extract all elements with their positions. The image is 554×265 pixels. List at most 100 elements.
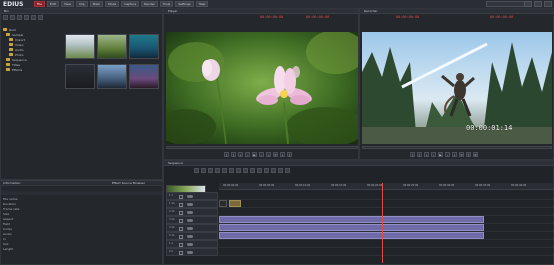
clip-thumbnail[interactable] [65, 34, 95, 59]
lock-icon[interactable] [179, 195, 183, 199]
undo-icon[interactable] [194, 168, 199, 173]
bin-tab[interactable]: Bin [4, 9, 9, 14]
up-folder-icon[interactable] [17, 15, 22, 20]
snap-icon[interactable] [243, 168, 248, 173]
step-back-icon[interactable]: ‹ [431, 152, 436, 157]
set-out-icon[interactable]: ] [417, 152, 422, 157]
search-icon[interactable] [10, 15, 15, 20]
clip-thumbnail[interactable] [97, 34, 127, 59]
visibility-icon[interactable] [187, 195, 193, 198]
menu-file[interactable]: File [34, 1, 46, 7]
visibility-icon[interactable] [187, 211, 193, 214]
track-header[interactable]: 1 VA [166, 200, 218, 208]
new-folder-icon[interactable] [3, 15, 8, 20]
tree-item[interactable]: Effects [3, 67, 59, 72]
clip-thumbnail[interactable] [129, 34, 159, 59]
play-icon[interactable]: ▶ [252, 152, 257, 157]
timeline-playhead[interactable] [382, 183, 383, 263]
menu-mode[interactable]: Mode [105, 1, 120, 7]
clip-thumbnail[interactable] [129, 64, 159, 89]
track-header[interactable]: 2 VA [166, 208, 218, 216]
loop-icon[interactable]: ↻ [273, 152, 278, 157]
set-out-icon[interactable]: ] [231, 152, 236, 157]
set-in-icon[interactable]: [ [224, 152, 229, 157]
audio-mixer-icon[interactable] [257, 168, 262, 173]
menu-tools[interactable]: Tools [159, 1, 174, 7]
track-lane[interactable] [219, 224, 553, 232]
step-forward-icon[interactable]: › [445, 152, 450, 157]
rewind-icon[interactable]: « [238, 152, 243, 157]
track-header[interactable]: 1 V [166, 192, 218, 200]
ripple-icon[interactable] [236, 168, 241, 173]
zoom-icon[interactable] [278, 168, 283, 173]
marker-icon[interactable] [250, 168, 255, 173]
render-icon[interactable] [271, 168, 276, 173]
menu-mark[interactable]: Mark [89, 1, 104, 7]
paste-icon[interactable] [222, 168, 227, 173]
lock-icon[interactable] [179, 235, 183, 239]
insert-icon[interactable]: ⇣ [280, 152, 285, 157]
fast-forward-icon[interactable]: » [452, 152, 457, 157]
recorder-scrub-bar[interactable] [362, 146, 552, 149]
step-forward-icon[interactable]: › [259, 152, 264, 157]
visibility-icon[interactable] [187, 227, 193, 230]
visibility-icon[interactable] [187, 243, 193, 246]
clip-thumbnail[interactable] [65, 64, 95, 89]
export-icon[interactable]: ⇪ [466, 152, 471, 157]
step-back-icon[interactable]: ‹ [245, 152, 250, 157]
player-screen[interactable] [166, 32, 358, 144]
lock-icon[interactable] [179, 227, 183, 231]
menu-render[interactable]: Render [141, 1, 158, 7]
settings-icon[interactable]: ⚙ [473, 152, 478, 157]
track-lane[interactable] [219, 208, 553, 216]
play-icon[interactable]: ▶ [438, 152, 443, 157]
recorder-tab[interactable]: Recorder [364, 9, 377, 14]
close-button[interactable] [544, 1, 552, 7]
track-header[interactable]: 3 VA [166, 216, 218, 224]
player-scrub-bar[interactable] [166, 146, 358, 149]
track-header[interactable]: 5 VA [166, 232, 218, 240]
lock-icon[interactable] [179, 211, 183, 215]
loop-icon[interactable]: ↻ [459, 152, 464, 157]
fast-forward-icon[interactable]: » [266, 152, 271, 157]
visibility-icon[interactable] [187, 219, 193, 222]
maximize-button[interactable] [534, 1, 542, 7]
track-lane[interactable] [219, 232, 553, 240]
timeline-ruler[interactable]: 00:00:00:00 00:00:05:00 00:00:10:00 00:0… [219, 183, 553, 190]
delete-icon[interactable] [229, 168, 234, 173]
copy-icon[interactable] [215, 168, 220, 173]
view-mode-icon[interactable] [38, 15, 43, 20]
visibility-icon[interactable] [187, 203, 193, 206]
visibility-icon[interactable] [187, 235, 193, 238]
menu-view[interactable]: View [60, 1, 74, 7]
lock-icon[interactable] [179, 243, 183, 247]
menu-settings[interactable]: Settings [175, 1, 194, 7]
track-lane[interactable] [219, 192, 553, 200]
track-lane[interactable] [219, 248, 553, 256]
overwrite-icon[interactable]: ⇩ [287, 152, 292, 157]
menu-edit[interactable]: Edit [47, 1, 59, 7]
timeline-clip[interactable] [229, 200, 241, 207]
track-header[interactable]: 4 VA [166, 224, 218, 232]
minimize-button[interactable] [524, 1, 532, 7]
cut-icon[interactable] [208, 168, 213, 173]
set-in-icon[interactable]: [ [410, 152, 415, 157]
lock-icon[interactable] [179, 219, 183, 223]
timeline-clip[interactable] [219, 232, 484, 239]
recorder-screen[interactable]: 00:00:01:14 [362, 32, 552, 144]
title-icon[interactable] [264, 168, 269, 173]
track-lane[interactable] [219, 216, 553, 224]
menu-clip[interactable]: Clip [75, 1, 88, 7]
timeline-clip[interactable] [219, 200, 227, 207]
track-header[interactable]: 1 A [166, 240, 218, 248]
rewind-icon[interactable]: « [424, 152, 429, 157]
add-clip-icon[interactable] [24, 15, 29, 20]
redo-icon[interactable] [201, 168, 206, 173]
delete-icon[interactable] [31, 15, 36, 20]
track-lane[interactable] [219, 240, 553, 248]
lock-icon[interactable] [179, 251, 183, 255]
visibility-icon[interactable] [187, 251, 193, 254]
menu-capture[interactable]: Capture [121, 1, 140, 7]
sequence-tab[interactable]: Sequence [168, 161, 183, 166]
timeline-clip[interactable] [219, 224, 484, 231]
